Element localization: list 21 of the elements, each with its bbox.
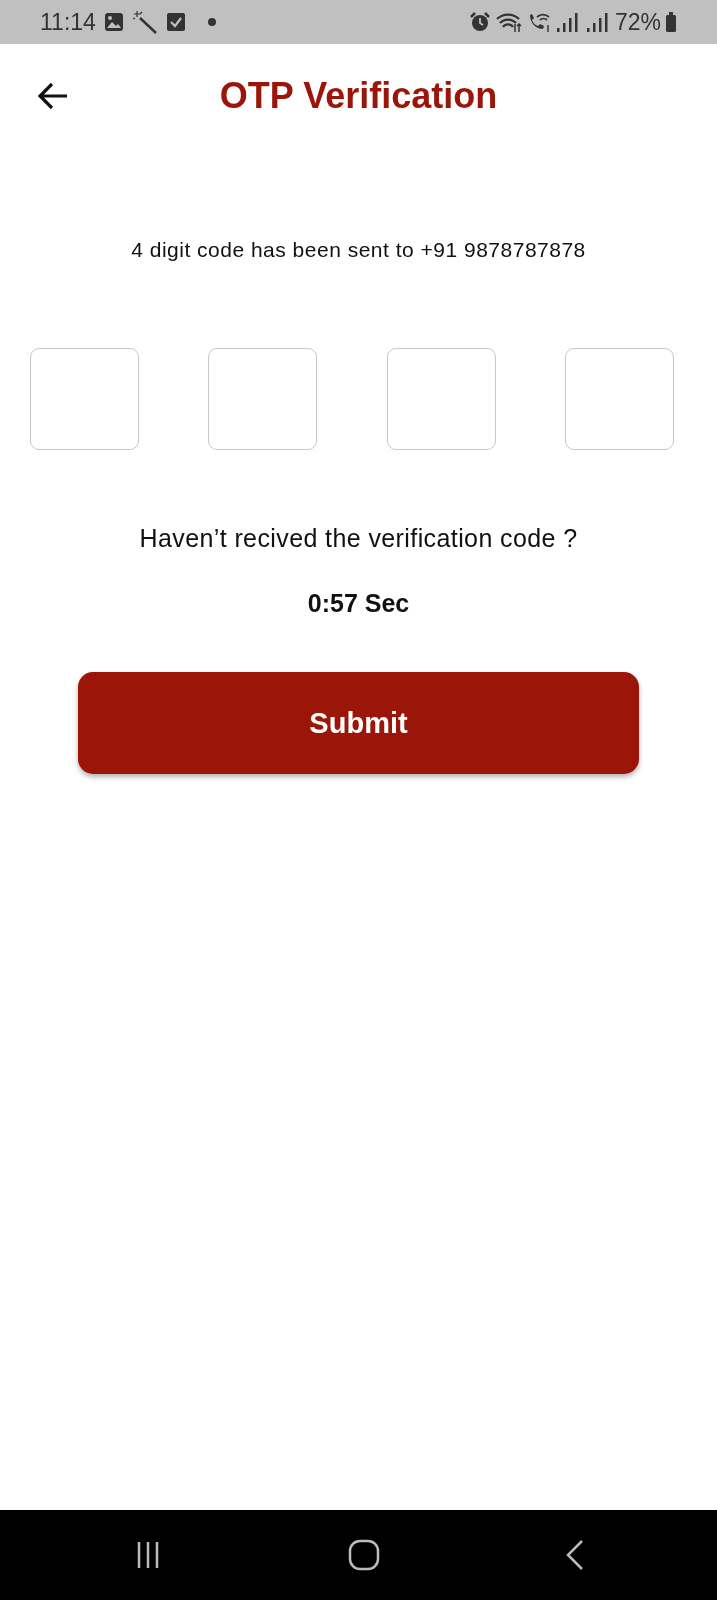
otp-digit-field[interactable]: [30, 348, 139, 450]
back-icon[interactable]: [564, 1539, 585, 1571]
resend-prompt: Haven’t recived the verification code ?: [139, 524, 578, 553]
battery-percentage: 72%: [614, 8, 661, 36]
alarm-icon: [468, 11, 491, 33]
magic-wand-icon: [131, 10, 158, 34]
wifi-icon: [494, 11, 523, 33]
code-sent-message: 4 digit code has been sent to +91 9878787878: [131, 238, 586, 262]
home-icon[interactable]: [347, 1539, 380, 1571]
page-title: OTP Verification: [219, 74, 498, 118]
clock: 11:14: [40, 8, 96, 36]
countdown-timer: 0:57 Sec: [307, 589, 410, 618]
otp-digit-field[interactable]: [386, 348, 496, 450]
checkbox-icon: [165, 12, 186, 32]
battery-icon: [665, 11, 677, 33]
otp-digit-field[interactable]: [565, 348, 674, 450]
otp-digit-field[interactable]: [208, 348, 318, 450]
signal-icon: [584, 11, 611, 33]
signal-icon: [554, 11, 581, 33]
submit-button[interactable]: Submit: [78, 672, 639, 774]
image-icon: [103, 12, 124, 32]
